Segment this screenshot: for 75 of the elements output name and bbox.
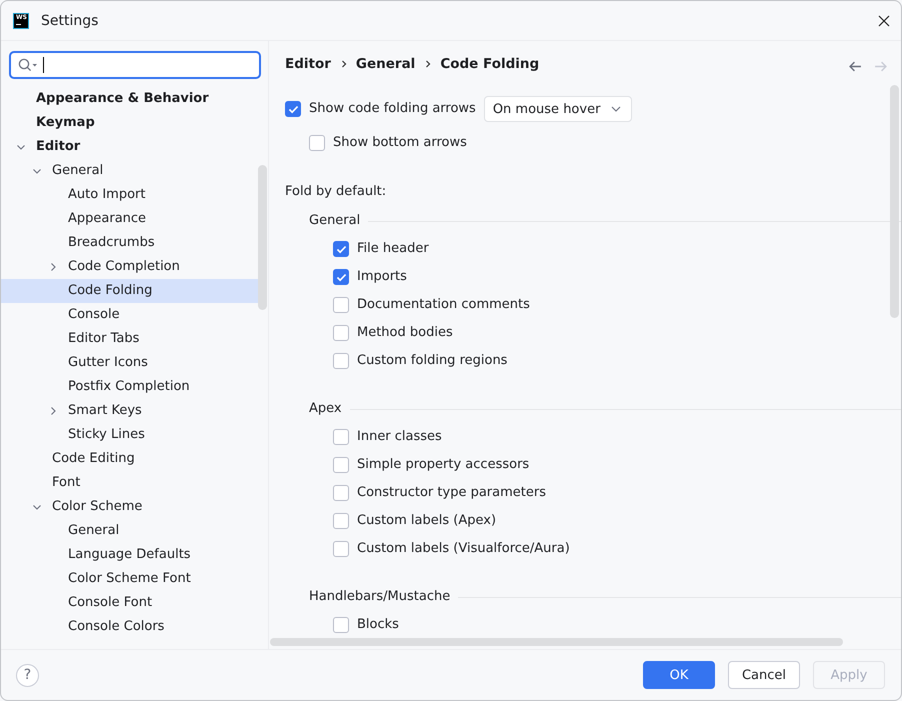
tree-item[interactable]: Color Scheme — [1, 495, 258, 519]
checkbox[interactable] — [333, 513, 349, 529]
section-label: Fold by default: — [285, 183, 388, 201]
checkbox[interactable] — [309, 135, 325, 151]
tree-item[interactable]: Console Colors — [1, 615, 258, 639]
tree-item[interactable]: General — [1, 519, 258, 543]
checkbox[interactable] — [333, 457, 349, 473]
tree-item[interactable]: Font — [1, 471, 258, 495]
breadcrumb-item[interactable]: Editor — [285, 55, 331, 73]
group-title: Handlebars/Mustache — [309, 589, 450, 605]
checkbox[interactable] — [333, 297, 349, 313]
scrollbar-thumb[interactable] — [270, 638, 843, 646]
checkbox-label[interactable]: Inner classes — [357, 429, 442, 445]
checkbox-label[interactable]: Blocks — [357, 617, 399, 633]
checkbox-label[interactable]: File header — [357, 241, 429, 257]
checkbox[interactable] — [333, 541, 349, 557]
tree-item[interactable]: Editor — [1, 135, 258, 159]
dropdown[interactable]: On mouse hover — [484, 96, 632, 122]
breadcrumb-item[interactable]: Code Folding — [440, 55, 540, 73]
tree-item[interactable]: General — [1, 159, 258, 183]
chevron-down-icon — [610, 106, 621, 112]
checkbox[interactable] — [333, 269, 349, 285]
tree-item[interactable]: Sticky Lines — [1, 423, 258, 447]
group-title: Apex — [309, 401, 342, 417]
checkbox-label[interactable]: Custom folding regions — [357, 353, 508, 369]
tree-item[interactable]: Gutter Icons — [1, 351, 258, 375]
search-icon[interactable] — [18, 58, 38, 72]
checkbox[interactable] — [333, 485, 349, 501]
checkbox-label[interactable]: Constructor type parameters — [357, 485, 546, 501]
scrollbar-thumb[interactable] — [890, 85, 899, 318]
tree-item[interactable]: Code Folding — [1, 279, 258, 303]
tree-item[interactable]: Smart Keys — [1, 399, 258, 423]
text-cursor-icon — [43, 57, 44, 73]
group-title: General — [309, 213, 360, 229]
checkmark-icon — [336, 244, 346, 254]
tree-item[interactable]: Keymap — [1, 111, 258, 135]
checkmark-icon — [336, 272, 346, 282]
checkbox-label[interactable]: Show bottom arrows — [333, 135, 467, 151]
checkbox-label[interactable]: Custom labels (Apex) — [357, 513, 496, 529]
tree-item[interactable]: Appearance — [1, 207, 258, 231]
checkbox[interactable] — [333, 429, 349, 445]
checkbox-label[interactable]: Simple property accessors — [357, 457, 530, 473]
help-button[interactable]: ? — [16, 664, 39, 686]
checkbox[interactable] — [333, 617, 349, 633]
tree-item[interactable]: Editor Tabs — [1, 327, 258, 351]
checkbox[interactable] — [333, 241, 349, 257]
tree-item[interactable]: Code Editing — [1, 447, 258, 471]
tree-item[interactable]: Postfix Completion — [1, 375, 258, 399]
tree-item[interactable]: Auto Import — [1, 183, 258, 207]
tree-item[interactable]: Appearance & Behavior — [1, 87, 258, 111]
cancel-button[interactable]: Cancel — [728, 661, 800, 689]
window-title: Settings — [41, 12, 98, 28]
checkbox-label[interactable]: Method bodies — [357, 325, 453, 341]
checkbox-label[interactable]: Documentation comments — [357, 297, 530, 313]
checkbox[interactable] — [333, 325, 349, 341]
tree-item[interactable]: Code Completion — [1, 255, 258, 279]
scrollbar-thumb[interactable] — [258, 165, 267, 310]
checkbox[interactable] — [285, 101, 301, 117]
checkmark-icon — [288, 104, 298, 114]
close-icon[interactable] — [878, 14, 890, 26]
checkbox-label[interactable]: Show code folding arrows — [309, 101, 476, 117]
tree-item[interactable]: Console — [1, 303, 258, 327]
checkbox-label[interactable]: Imports — [357, 269, 407, 285]
breadcrumb-separator-icon — [425, 59, 432, 69]
checkbox-label[interactable]: Custom labels (Visualforce/Aura) — [357, 541, 570, 557]
breadcrumb-separator-icon — [340, 59, 347, 69]
tree-item[interactable]: Console Font — [1, 591, 258, 615]
back-arrow-icon[interactable] — [849, 60, 862, 72]
checkbox[interactable] — [333, 353, 349, 369]
tree-item[interactable]: Breadcrumbs — [1, 231, 258, 255]
tree-item[interactable]: Language Defaults — [1, 543, 258, 567]
ok-button[interactable]: OK — [643, 661, 715, 689]
breadcrumb-item[interactable]: General — [356, 55, 416, 73]
search-field[interactable] — [9, 51, 261, 79]
tree-item[interactable]: Color Scheme Font — [1, 567, 258, 591]
